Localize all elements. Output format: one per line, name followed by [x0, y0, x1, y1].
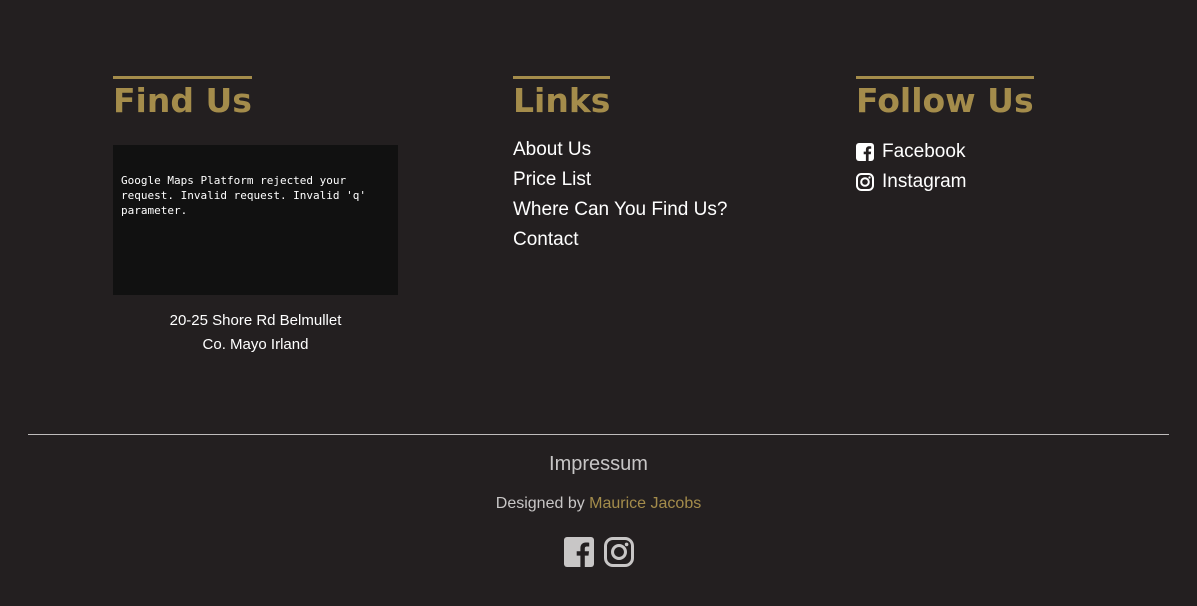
address: 20-25 Shore Rd Belmullet Co. Mayo Irland	[113, 309, 398, 357]
link-about-us[interactable]: About Us	[513, 137, 727, 167]
map-error-text: Google Maps Platform rejected your reque…	[121, 174, 367, 217]
social-link-instagram[interactable]: Instagram	[856, 167, 966, 197]
designed-by-label: Designed by	[495, 495, 585, 512]
link-contact[interactable]: Contact	[513, 227, 727, 257]
social-links-list: Facebook Instagram	[856, 137, 966, 197]
designed-by: Designed by Maurice Jacobs	[0, 492, 1197, 516]
link-price-list[interactable]: Price List	[513, 167, 727, 197]
find-us-section: Find Us Google Maps Platform rejected yo…	[113, 76, 398, 353]
address-line-2: Co. Mayo Irland	[202, 336, 309, 353]
facebook-icon	[856, 143, 874, 161]
instagram-icon	[856, 173, 874, 191]
social-link-label: Facebook	[882, 141, 966, 162]
social-link-label: Instagram	[882, 171, 967, 192]
links-list: About Us Price List Where Can You Find U…	[513, 137, 727, 257]
link-where-find-us[interactable]: Where Can You Find Us?	[513, 197, 727, 227]
follow-us-section: Follow Us Facebook Instagram	[856, 76, 1034, 192]
follow-us-heading: Follow Us	[856, 76, 1034, 121]
map-embed[interactable]: Google Maps Platform rejected your reque…	[113, 145, 398, 295]
address-line-1: 20-25 Shore Rd Belmullet	[169, 312, 342, 329]
designer-link[interactable]: Maurice Jacobs	[589, 495, 701, 512]
social-link-facebook[interactable]: Facebook	[856, 137, 966, 167]
impressum-link[interactable]: Impressum	[0, 450, 1197, 478]
find-us-heading: Find Us	[113, 76, 252, 121]
footer-divider	[28, 434, 1169, 435]
instagram-icon[interactable]	[603, 537, 634, 567]
links-section: Links About Us Price List Where Can You …	[513, 76, 727, 250]
links-heading: Links	[513, 76, 611, 121]
footer-social-icons	[0, 537, 1197, 567]
facebook-icon[interactable]	[563, 537, 594, 567]
